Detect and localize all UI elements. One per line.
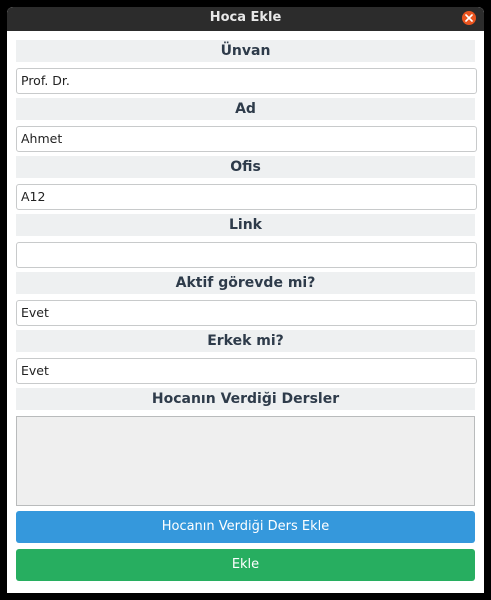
title-bar: Hoca Ekle (7, 7, 484, 31)
name-field[interactable]: Ahmet (16, 126, 477, 152)
link-field[interactable] (16, 242, 477, 268)
add-course-button[interactable]: Hocanın Verdiği Ders Ekle (16, 511, 475, 543)
male-field[interactable]: Evet (16, 358, 477, 384)
office-label: Ofis (16, 156, 475, 178)
title-label: Ünvan (16, 40, 475, 62)
courses-list[interactable] (16, 416, 475, 506)
active-field[interactable]: Evet (16, 300, 477, 326)
add-teacher-window: Hoca Ekle Ünvan Prof. Dr. Ad Ahmet Ofis … (7, 7, 484, 593)
name-label: Ad (16, 98, 475, 120)
courses-label: Hocanın Verdiği Dersler (16, 388, 475, 410)
close-icon (465, 14, 473, 22)
title-field[interactable]: Prof. Dr. (16, 68, 477, 94)
office-field[interactable]: A12 (16, 184, 477, 210)
form-content: Ünvan Prof. Dr. Ad Ahmet Ofis A12 Link A… (7, 31, 484, 593)
close-button[interactable] (462, 11, 476, 25)
window-title: Hoca Ekle (209, 10, 282, 25)
male-label: Erkek mi? (16, 330, 475, 352)
add-button[interactable]: Ekle (16, 549, 475, 581)
link-label: Link (16, 214, 475, 236)
active-label: Aktif görevde mi? (16, 272, 475, 294)
